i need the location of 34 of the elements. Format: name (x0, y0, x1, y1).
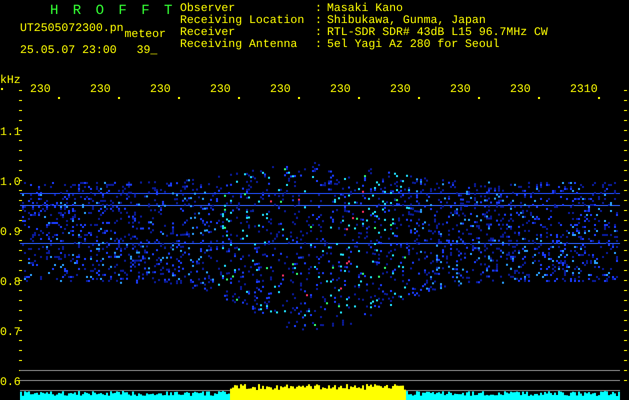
x-tick-label: 230 (390, 83, 411, 96)
info-label: Receiving Antenna (180, 39, 298, 51)
file-name: UT2505072300.pn (20, 22, 124, 35)
y-tick-label: 0.8 (0, 276, 21, 289)
x-tick-label: 230 (450, 83, 471, 96)
info-label: Receiving Location (180, 15, 306, 27)
info-value: 5el Yagi Az 280 for Seoul (327, 39, 500, 51)
x-tick-label: 230 (510, 83, 531, 96)
x-tick-label: 230 (330, 83, 351, 96)
timestamp: 25.05.07 23:00 (20, 44, 117, 57)
axis-unit: kHz (0, 74, 21, 87)
y-tick-label: 0.7 (0, 326, 21, 339)
x-tick-label: 2310 (570, 83, 598, 96)
count-text: 39_ (136, 44, 158, 57)
x-tick-label: 230 (270, 83, 291, 96)
info-separator: : (315, 39, 323, 51)
info-value: Masaki Kano (327, 3, 403, 15)
info-value: RTL-SDR SDR# 43dB L15 96.7MHz CW (327, 27, 548, 39)
info-label: Observer (180, 3, 236, 15)
y-tick-label: 0.6 (0, 376, 21, 389)
y-tick-label: 1.0 (0, 176, 21, 189)
y-tick-label: 1.1 (0, 126, 21, 139)
x-tick-label: 230 (150, 83, 171, 96)
info-label: Receiver (180, 27, 236, 39)
event-tag: meteor (124, 28, 166, 41)
x-tick-label: 230 (210, 83, 231, 96)
info-separator: : (315, 15, 323, 27)
info-value: Shibukawa, Gunma, Japan (327, 15, 486, 27)
y-tick-label: 0.9 (0, 226, 21, 239)
info-separator: : (315, 3, 323, 15)
app-title: H R O F F T (50, 3, 176, 19)
x-tick-label: 230 (30, 83, 51, 96)
info-separator: : (315, 27, 323, 39)
x-tick-label: 230 (90, 83, 111, 96)
